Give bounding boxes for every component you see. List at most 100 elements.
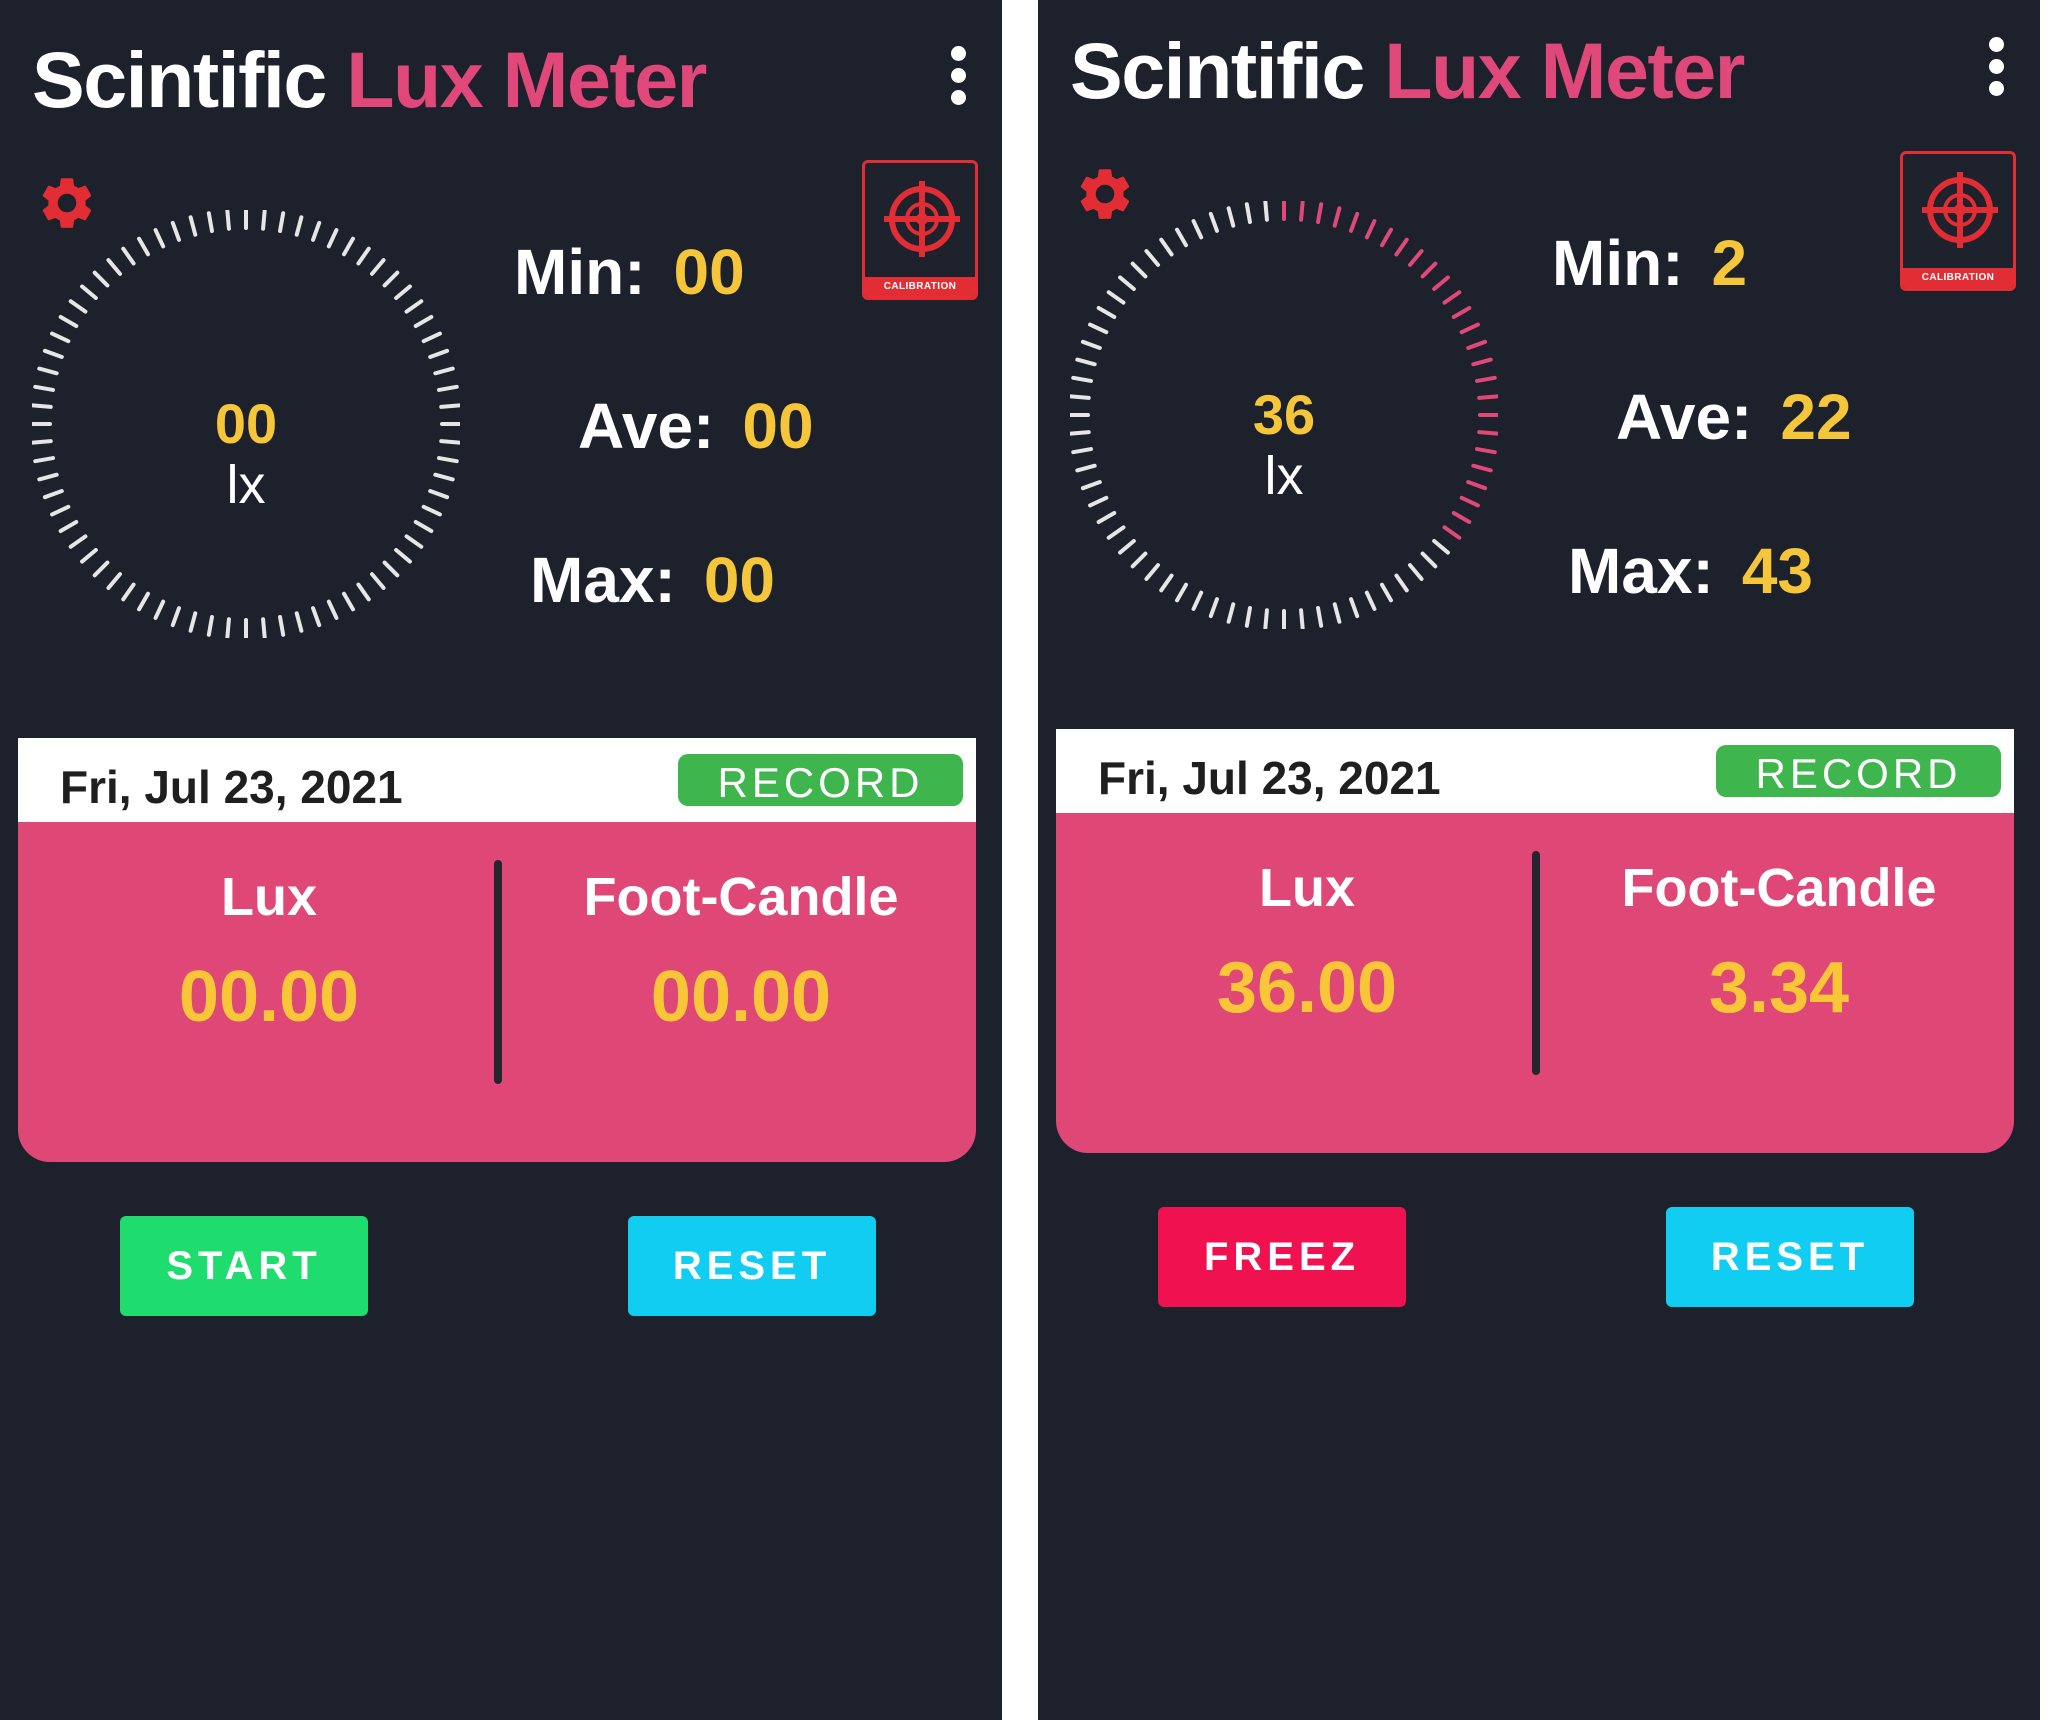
calibration-label: CALIBRATION [865, 277, 975, 297]
gauge-tick [1263, 201, 1269, 222]
gauge-tick [1144, 249, 1161, 267]
app-title-accent: Lux Meter [346, 35, 707, 124]
gauge-tick [404, 534, 424, 549]
gauge-tick [1407, 249, 1424, 267]
gauge-tick [311, 220, 322, 242]
screen-measuring: Scintific Lux Meter CALIBRATION 36 lx Mi… [1038, 0, 2040, 1720]
gauge-tick [356, 246, 371, 266]
gauge-tick [1208, 211, 1219, 233]
gauge-tick [33, 384, 55, 392]
gauge-tick [1451, 306, 1472, 319]
gauge-tick [1244, 202, 1252, 224]
gauge-tick [1088, 322, 1109, 335]
gauge-tick [326, 599, 339, 620]
gauge-tick [1349, 211, 1360, 233]
gauge-tick [106, 572, 123, 590]
record-button[interactable]: RECORD [678, 754, 963, 806]
gauge-tick [261, 210, 267, 231]
gauge-tick [206, 615, 214, 637]
gauge-tick [1244, 606, 1252, 628]
foot-candle-label: Foot-Candle [1621, 858, 1937, 918]
gauge-tick [1407, 563, 1424, 581]
gauge-unit: lx [226, 455, 266, 515]
lux-gauge: 00 lx [32, 210, 460, 638]
gauge-tick [1442, 290, 1462, 305]
stat-min-value: 2 [1711, 227, 1748, 299]
reset-button[interactable]: RESET [628, 1216, 876, 1316]
record-button[interactable]: RECORD [1716, 745, 2001, 797]
gauge-tick [433, 366, 455, 376]
crosshair-icon [884, 181, 960, 257]
gauge-tick [225, 210, 231, 231]
app-title-accent: Lux Meter [1384, 26, 1745, 115]
gauge-tick [1394, 237, 1409, 257]
gauge-tick [1316, 606, 1324, 628]
gauge-tick [437, 384, 459, 392]
readings-card: Fri, Jul 23, 2021 RECORD Lux 36.00 Foot-… [1056, 729, 2014, 1153]
gauge-tick [225, 617, 231, 638]
lux-value: 36.00 [1216, 948, 1398, 1028]
gauge-tick [1442, 525, 1462, 540]
gauge-tick [1071, 375, 1093, 383]
gauge-tick [153, 599, 166, 620]
foot-candle-value: 3.34 [1708, 948, 1850, 1028]
more-vert-icon[interactable] [1986, 37, 2006, 99]
reset-button[interactable]: RESET [1666, 1207, 1914, 1307]
start-button[interactable]: START [120, 1216, 368, 1316]
gauge-tick [1475, 375, 1497, 383]
gauge-tick [206, 211, 214, 233]
gauge-tick [1226, 206, 1236, 228]
gauge-tick [188, 215, 198, 237]
comparison-stage: Scintific Lux Meter CALIBRATION 00 lx Mi… [0, 0, 2048, 1720]
calibration-button[interactable]: CALIBRATION [1900, 151, 2016, 291]
gauge-tick [1332, 206, 1342, 228]
lux-gauge: 36 lx [1070, 201, 1498, 629]
app-title: Scintific Lux Meter [32, 34, 707, 126]
gauge-tick [1096, 306, 1117, 319]
gauge-tick [37, 366, 59, 376]
more-vert-icon[interactable] [948, 46, 968, 108]
gauge-tick [382, 270, 400, 288]
foot-candle-value: 00.00 [650, 957, 832, 1037]
gauge-tick [342, 236, 355, 257]
gauge-tick [1118, 275, 1136, 292]
gauge-tick [1191, 219, 1204, 240]
foot-candle-label: Foot-Candle [583, 867, 899, 927]
gauge-tick [278, 211, 286, 233]
gauge-tick [1159, 237, 1174, 257]
screen-idle: Scintific Lux Meter CALIBRATION 00 lx Mi… [0, 0, 1002, 1720]
gauge-tick [137, 236, 150, 257]
gauge-tick [42, 348, 64, 359]
stat-max-value: 00 [703, 544, 775, 616]
gauge-tick [1394, 573, 1409, 593]
gauge-tick [369, 572, 386, 590]
gauge-tick [1471, 357, 1493, 367]
gauge-tick [261, 617, 267, 638]
card-header: Fri, Jul 23, 2021 RECORD [1056, 729, 2014, 813]
card-header: Fri, Jul 23, 2021 RECORD [18, 738, 976, 822]
stat-max-label: Max: [1568, 535, 1714, 607]
gauge-tick [1106, 290, 1126, 305]
gauge-tick [58, 520, 79, 533]
calibration-button[interactable]: CALIBRATION [862, 160, 978, 300]
gauge-tick [413, 520, 434, 533]
gauge-tick [121, 246, 136, 266]
gauge-tick [1226, 602, 1236, 624]
gauge-tick [369, 258, 386, 276]
stat-ave-value: 22 [1780, 381, 1852, 453]
gauge-tick [1466, 339, 1488, 350]
gauge-tick [1420, 551, 1438, 569]
gauge-tick [1349, 597, 1360, 619]
gauge-tick [58, 315, 79, 328]
lux-label: Lux [1258, 858, 1355, 918]
freez-button[interactable]: FREEZ [1158, 1207, 1406, 1307]
gauge-tick [1299, 201, 1305, 222]
gauge-tick [1159, 573, 1174, 593]
gauge-tick [1316, 202, 1324, 224]
gauge-tick [342, 591, 355, 612]
gauge-tick [1080, 339, 1102, 350]
app-title: Scintific Lux Meter [1070, 25, 1745, 117]
gauge-tick [1118, 538, 1136, 555]
gauge-tick [1208, 597, 1219, 619]
gauge-tick [1130, 261, 1148, 279]
